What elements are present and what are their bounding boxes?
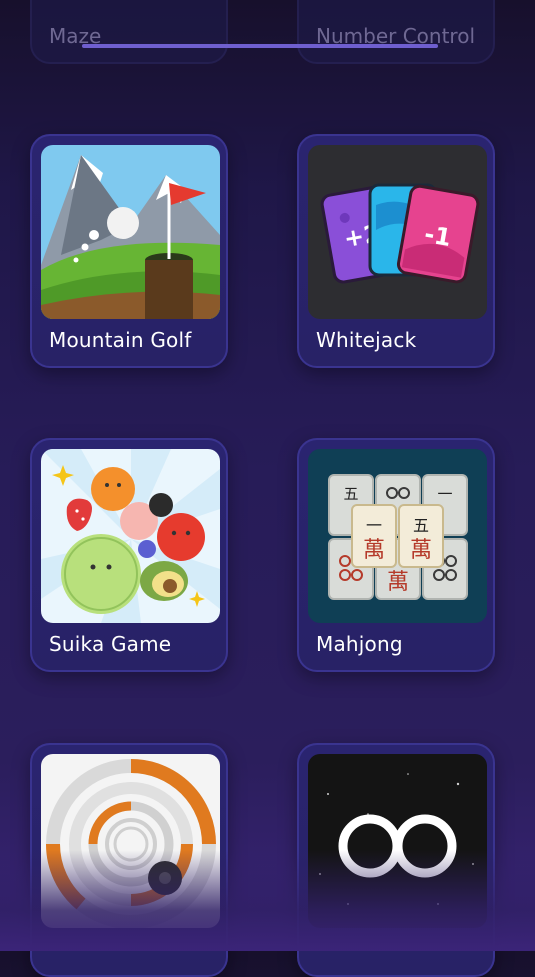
tile-char-wan: 萬 (363, 538, 385, 563)
game-label: Mahjong (316, 632, 403, 656)
tile-char-one: 一 (366, 516, 382, 535)
game-label: Whitejack (316, 328, 417, 352)
mahjong-image: 五 一 萬 一 萬 五 萬 (308, 449, 487, 623)
suika-game-thumbnail (41, 449, 220, 623)
tile-char-wan: 萬 (410, 538, 432, 563)
suika-game-image (41, 449, 220, 623)
mahjong-thumbnail: 五 一 萬 一 萬 五 萬 (308, 449, 487, 623)
tile-char-wan: 萬 (387, 570, 409, 595)
tile-char-five: 五 (343, 485, 358, 503)
game-card-maze[interactable]: Maze (30, 0, 228, 64)
tile-char-five: 五 (413, 516, 429, 535)
horizontal-scrollbar[interactable] (82, 44, 438, 48)
mountain-golf-thumbnail (41, 145, 220, 319)
tile-char-one: 一 (437, 485, 452, 503)
whitejack-thumbnail: +2 -1 (308, 145, 487, 319)
game-card-number-control[interactable]: Number Control (297, 0, 495, 64)
game-label: Suika Game (49, 632, 172, 656)
bottom-fade-overlay (0, 850, 535, 951)
whitejack-image: +2 -1 (308, 145, 487, 319)
game-card-whitejack[interactable]: +2 -1 Whitejack (297, 134, 495, 368)
game-label: Mountain Golf (49, 328, 192, 352)
game-card-mountain-golf[interactable]: Mountain Golf (30, 134, 228, 368)
game-card-mahjong[interactable]: 五 一 萬 一 萬 五 萬 Mahjong (297, 438, 495, 672)
card-value-minus-one: -1 (422, 220, 453, 252)
game-card-suika-game[interactable]: Suika Game (30, 438, 228, 672)
mountain-golf-image (41, 145, 220, 319)
